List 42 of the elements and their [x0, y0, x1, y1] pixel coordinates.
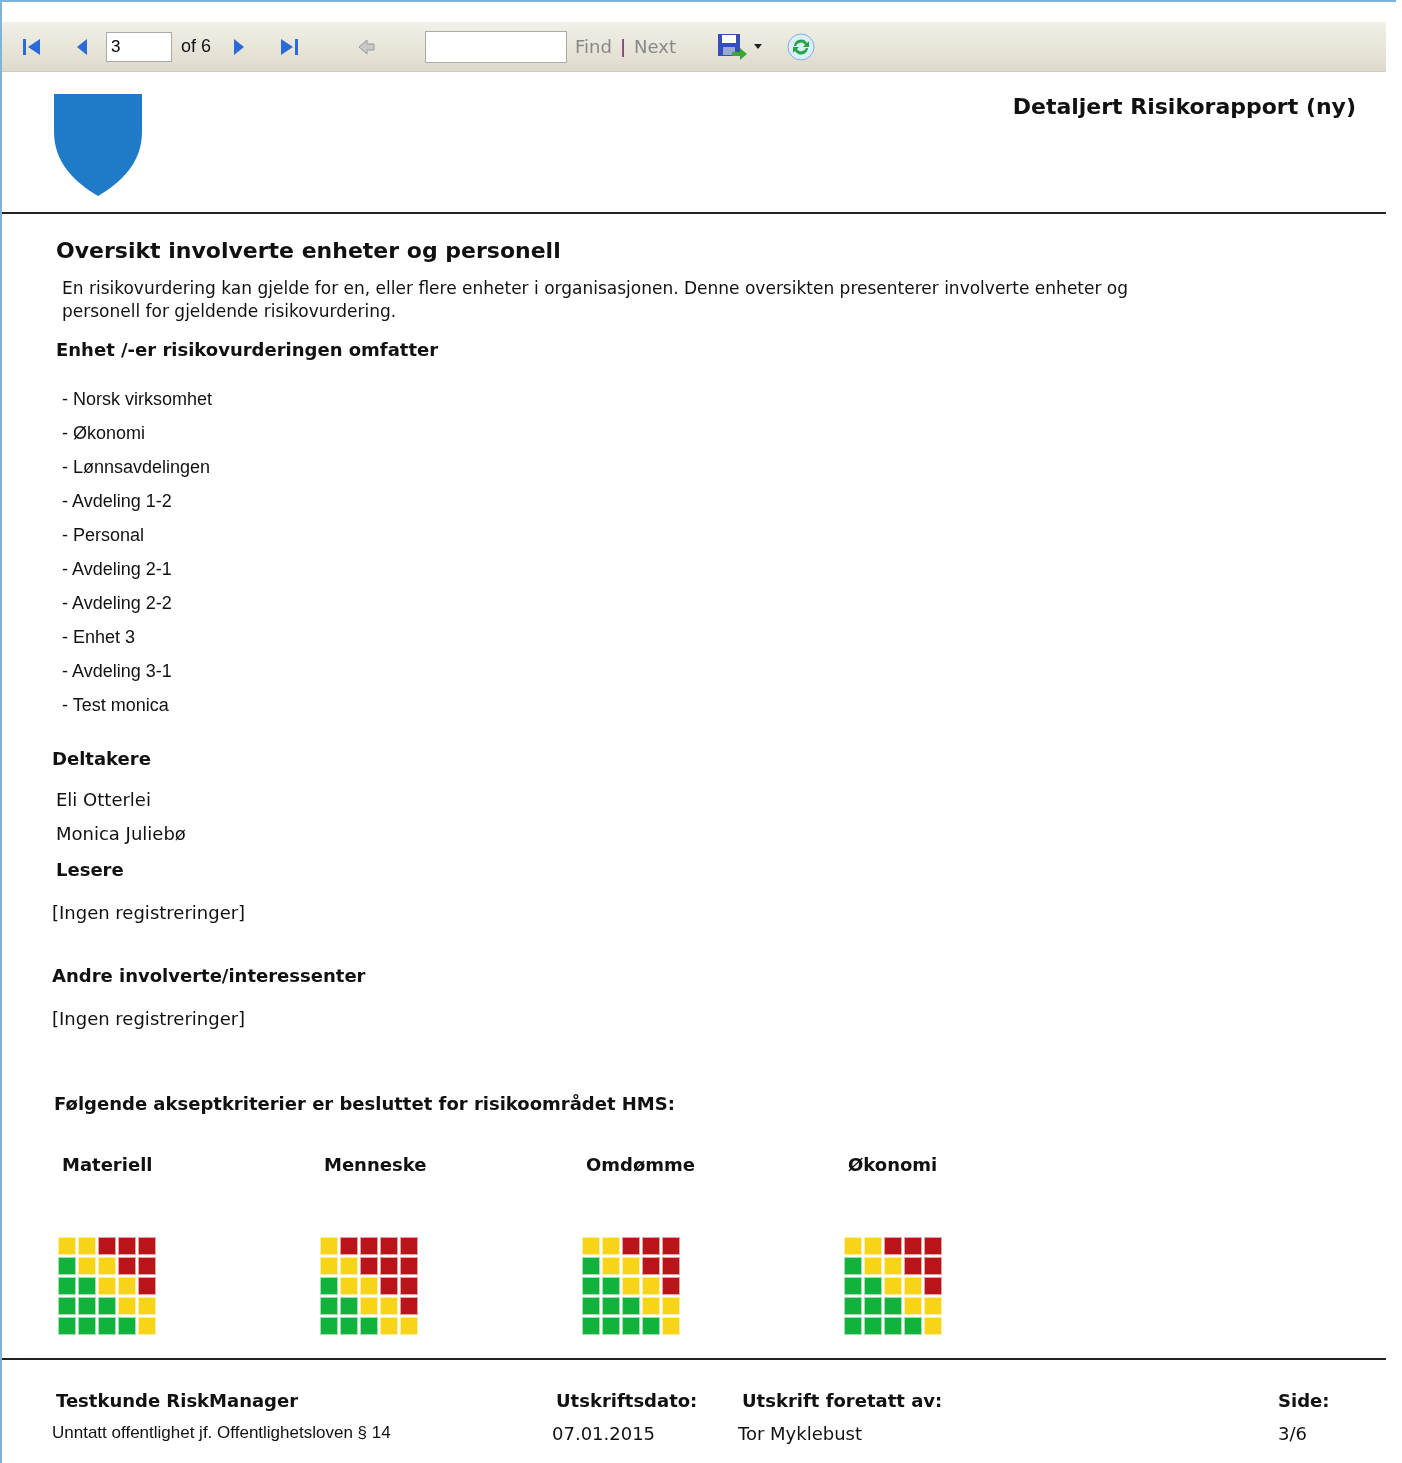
unit-item: - Økonomi: [62, 422, 147, 445]
participants-heading: Deltakere: [52, 748, 152, 769]
criteria-heading: Følgende akseptkriterier er besluttet for risikoområdet HMS:: [53, 1093, 676, 1114]
unit-item: - Avdeling 2-2: [62, 592, 173, 615]
unit-item: - Avdeling 2-1: [62, 558, 173, 581]
matrix-title: Omdømme: [585, 1154, 697, 1175]
readers-heading: Lesere: [55, 859, 125, 880]
intro-paragraph: En risikovurdering kan gjelde for en, eller flere enheter i organisasjonen. Denne oversikten presenterer involverte enheter og personell for gjeldende risikovurdering.: [62, 277, 1130, 323]
printed-by-label: Utskrift foretatt av:: [741, 1390, 944, 1411]
empty-note: [Ingen registreringer]: [52, 1008, 247, 1029]
page-count: of 6: [181, 36, 212, 57]
participant-name: Monica Juliebø: [56, 822, 187, 846]
section-heading: Oversikt involverte enheter og personell: [55, 238, 562, 263]
refresh-icon[interactable]: [785, 31, 816, 62]
unit-item: - Test monica: [62, 694, 170, 717]
empty-note: [Ingen registreringer]: [52, 902, 247, 923]
separator: |: [619, 36, 626, 57]
confidentiality-note: Unntatt offentlighet jf. Offentlighetsloven § 14: [52, 1423, 392, 1443]
print-date-label: Utskriftsdato:: [555, 1390, 699, 1411]
page-number-field[interactable]: 3: [106, 31, 172, 62]
find-field[interactable]: [425, 30, 568, 63]
units-heading: Enhet /-er risikovurderingen omfatter: [55, 339, 440, 360]
find-link[interactable]: Find: [575, 36, 612, 57]
page-label: Side:: [1277, 1390, 1330, 1411]
unit-item: - Avdeling 3-1: [62, 660, 173, 683]
company-name: Testkunde RiskManager: [55, 1390, 300, 1411]
unit-item: - Lønnsavdelingen: [62, 456, 212, 479]
matrix-title: Økonomi: [847, 1154, 939, 1175]
printed-by: Tor Myklebust: [738, 1423, 864, 1444]
unit-item: - Personal: [62, 524, 146, 547]
matrix-title: Materiell: [61, 1154, 154, 1175]
unit-item: - Enhet 3: [62, 626, 137, 649]
print-date: 07.01.2015: [552, 1423, 657, 1444]
save-icon[interactable]: [715, 31, 764, 62]
next-link[interactable]: Next: [634, 36, 676, 57]
unit-item: - Norsk virksomhet: [62, 388, 214, 411]
page-number: 3/6: [1277, 1423, 1308, 1444]
unit-item: - Avdeling 1-2: [62, 490, 173, 513]
report-title: Detaljert Risikorapport (ny): [1012, 93, 1356, 121]
matrix-title: Menneske: [323, 1154, 428, 1175]
participant-name: Eli Otterlei: [56, 788, 152, 812]
others-heading: Andre involverte/interessenter: [52, 965, 367, 986]
